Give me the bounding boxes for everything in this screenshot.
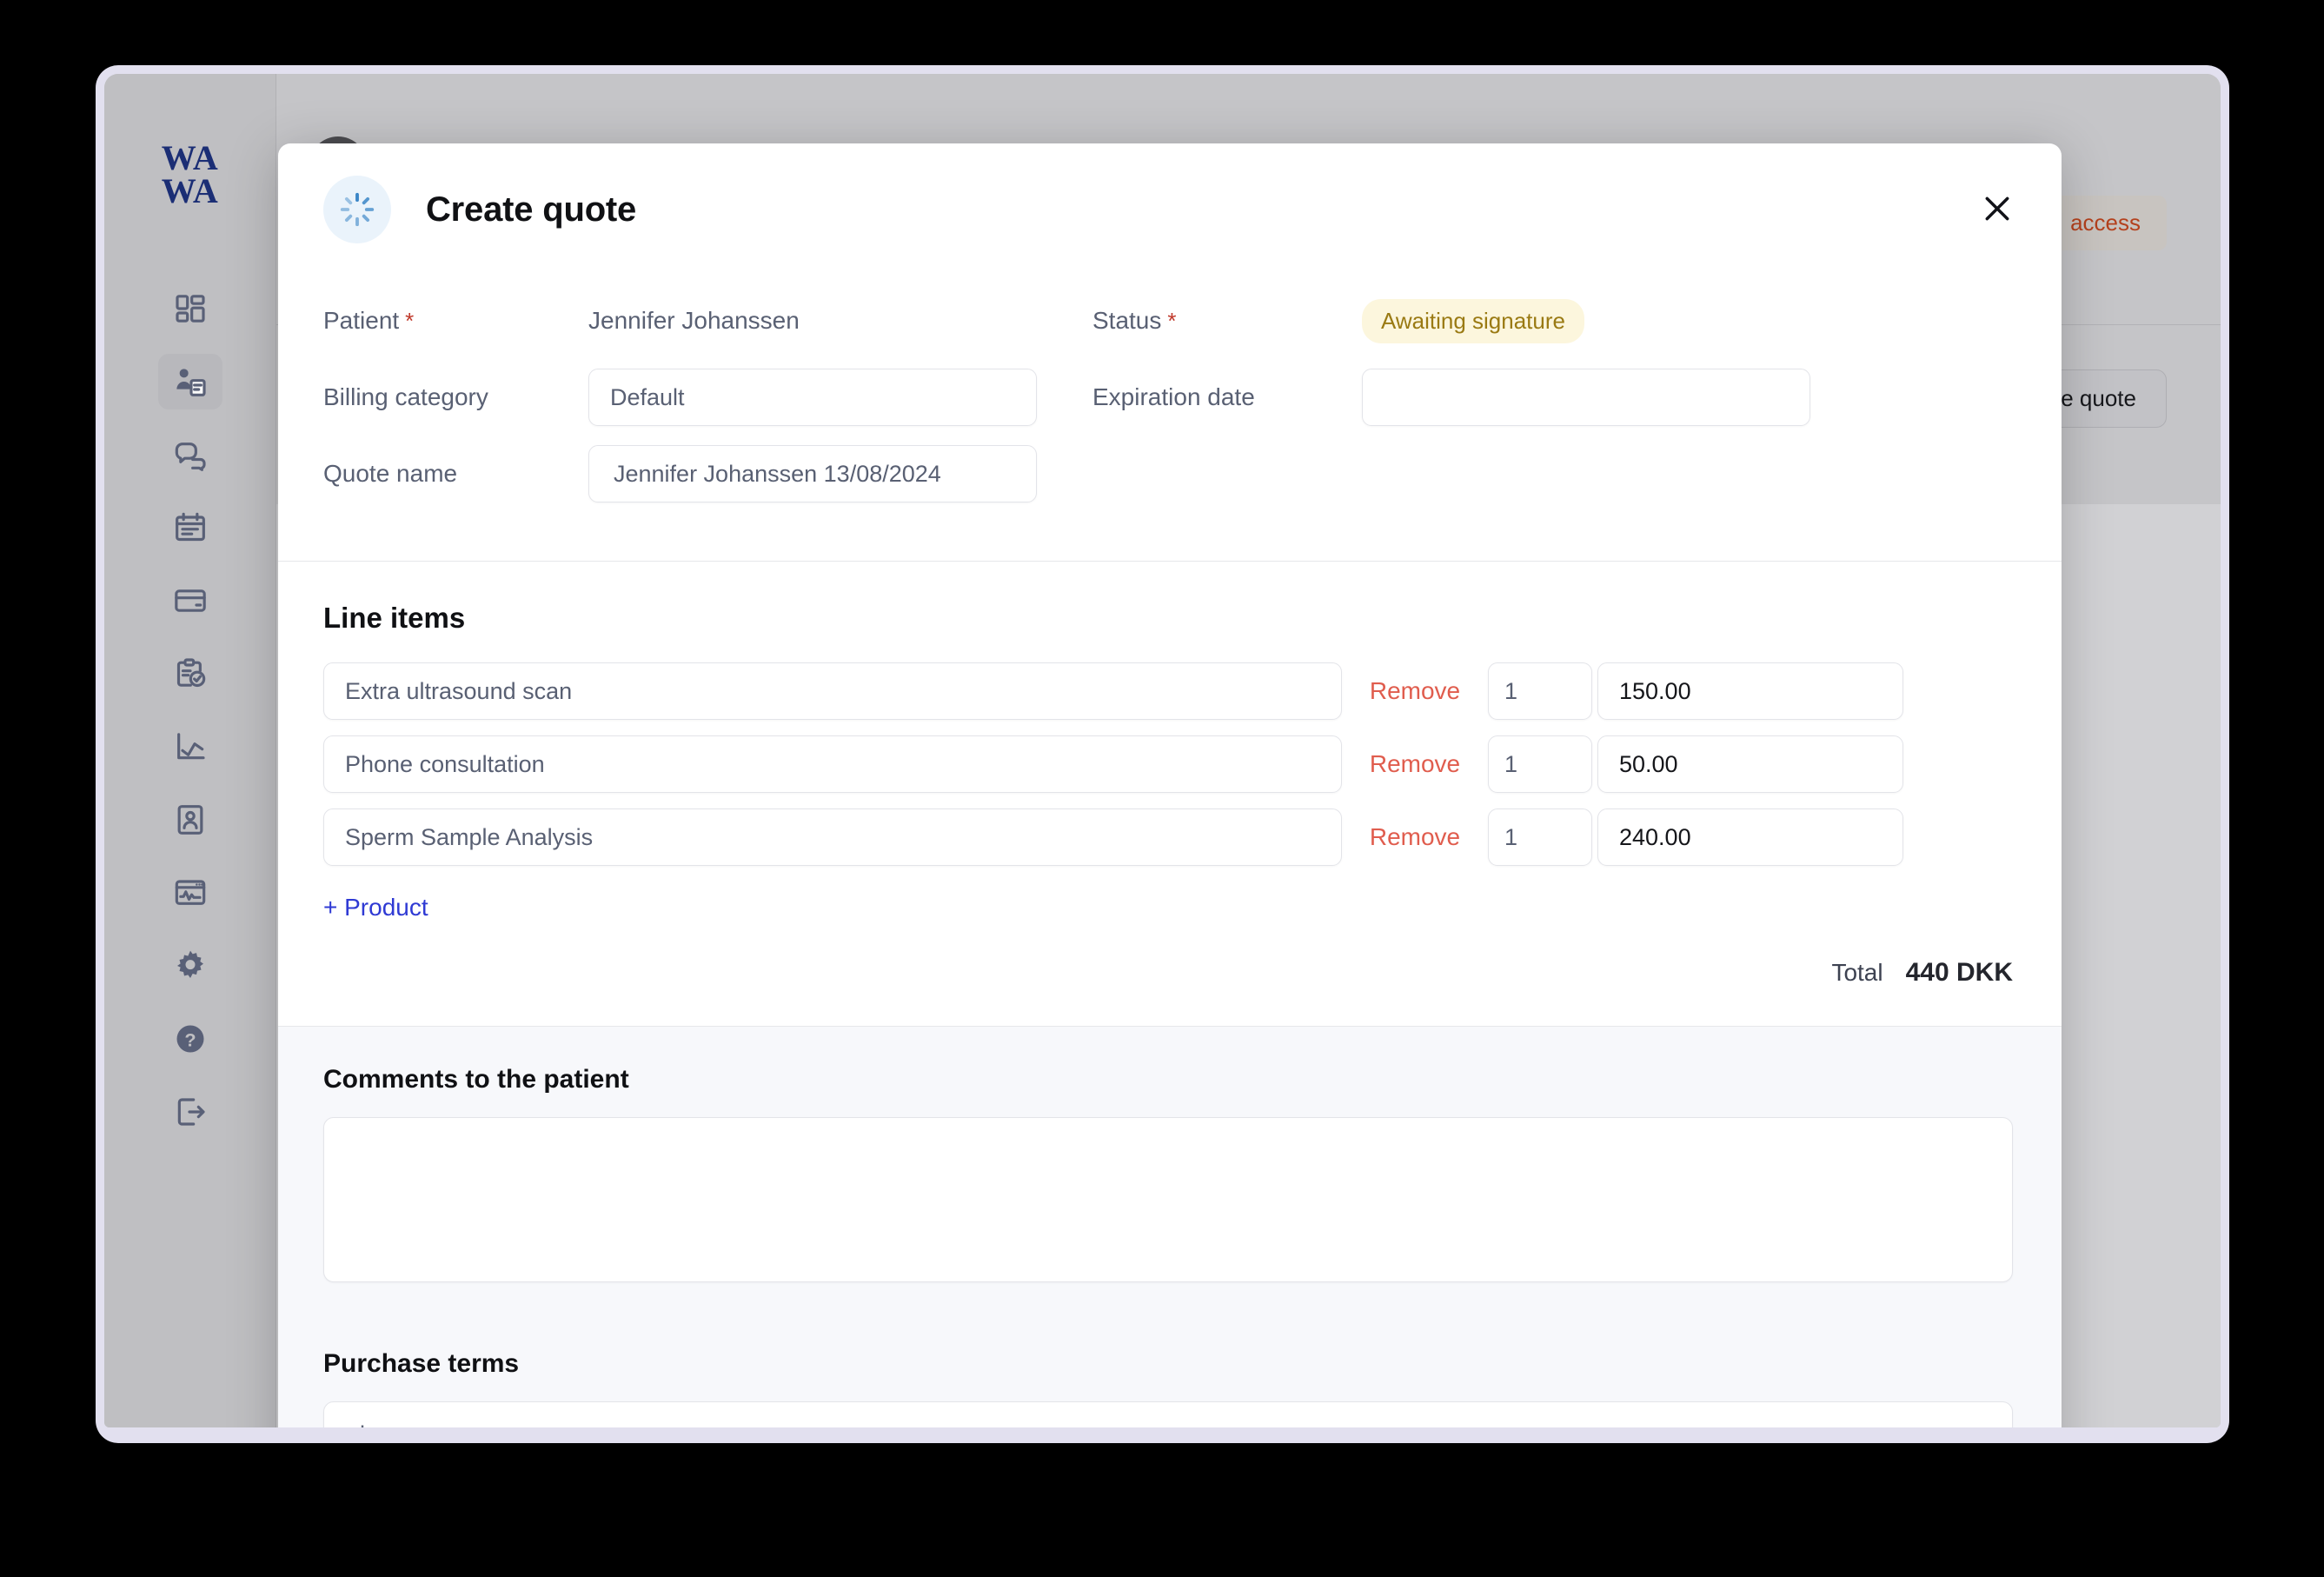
- line-item-name-input[interactable]: [323, 808, 1342, 866]
- app-surface: WA WA ? access te quote Create quote Pat…: [104, 74, 2221, 1427]
- comments-title: Comments to the patient: [323, 1065, 629, 1094]
- line-item-price-input[interactable]: [1597, 735, 1903, 793]
- billing-category-label: Billing category: [323, 383, 488, 410]
- total-value: 440 DKK: [1905, 958, 2013, 987]
- expiration-date-input[interactable]: [1362, 369, 1810, 426]
- patient-value: Jennifer Johanssen: [588, 307, 800, 334]
- line-item-quantity-input[interactable]: [1488, 808, 1592, 866]
- line-item-row: Remove: [323, 662, 2013, 720]
- remove-line-item-button[interactable]: Remove: [1370, 750, 1460, 778]
- close-button[interactable]: [1973, 185, 2022, 234]
- loading-spinner-icon: [323, 176, 391, 243]
- modal-header: Create quote: [278, 143, 2062, 276]
- line-items-section: Line items Remove Remove Remove: [278, 562, 2062, 1027]
- status-label-cell: Status *: [1092, 283, 1362, 359]
- billing-category-value-cell: [588, 359, 1092, 436]
- purchase-terms-block: Purchase terms: [323, 1349, 2013, 1427]
- quote-name-value-cell: [588, 436, 1092, 512]
- remove-line-item-button[interactable]: Remove: [1370, 823, 1460, 851]
- line-item-quantity-input[interactable]: [1488, 662, 1592, 720]
- patient-label-cell: Patient *: [323, 283, 588, 359]
- page-title: Create quote: [426, 190, 637, 229]
- line-item-quantity-input[interactable]: [1488, 735, 1592, 793]
- line-item-name-input[interactable]: [323, 735, 1342, 793]
- create-quote-modal: Create quote Patient * Jennifer Johansse…: [278, 143, 2062, 1427]
- browser-window: WA WA ? access te quote Create quote Pat…: [96, 65, 2229, 1443]
- patient-label: Patient: [323, 307, 400, 334]
- comments-and-terms-section: Comments to the patient Purchase terms: [278, 1027, 2062, 1427]
- status-badge: Awaiting signature: [1362, 298, 1584, 343]
- line-item-price-input[interactable]: [1597, 808, 1903, 866]
- purchase-terms-title: Purchase terms: [323, 1349, 520, 1378]
- billing-category-input[interactable]: [588, 369, 1037, 426]
- line-item-name-input[interactable]: [323, 662, 1342, 720]
- status-group: Status * Awaiting signature: [1092, 283, 2013, 359]
- billing-category-label-cell: Billing category: [323, 359, 588, 436]
- quote-name-input[interactable]: [588, 445, 1037, 502]
- total-label: Total: [1831, 959, 1883, 986]
- line-items-title: Line items: [323, 602, 466, 634]
- total-row: Total 440 DKK: [323, 958, 2013, 988]
- quote-name-label-cell: Quote name: [323, 436, 588, 512]
- form-spacer: [1092, 436, 2013, 512]
- patient-required-marker: *: [405, 307, 415, 334]
- purchase-terms-textarea[interactable]: [323, 1401, 2013, 1427]
- status-required-marker: *: [1167, 307, 1177, 334]
- add-product-button[interactable]: + Product: [323, 894, 428, 922]
- comments-textarea[interactable]: [323, 1117, 2013, 1282]
- expiration-date-label: Expiration date: [1092, 383, 1255, 410]
- quote-name-label: Quote name: [323, 460, 458, 487]
- expiration-date-value-cell: [1362, 359, 2013, 436]
- remove-line-item-button[interactable]: Remove: [1370, 677, 1460, 705]
- line-item-row: Remove: [323, 808, 2013, 866]
- quote-form: Patient * Jennifer Johanssen Status * Aw…: [278, 276, 2062, 562]
- line-item-price-input[interactable]: [1597, 662, 1903, 720]
- status-value-cell: Awaiting signature: [1362, 283, 2013, 359]
- status-label: Status: [1092, 307, 1162, 334]
- patient-value-cell: Jennifer Johanssen: [588, 283, 1092, 359]
- expiration-date-label-cell: Expiration date: [1092, 359, 1362, 436]
- close-icon: [1980, 191, 2015, 229]
- expiration-date-group: Expiration date: [1092, 359, 2013, 436]
- line-item-row: Remove: [323, 735, 2013, 793]
